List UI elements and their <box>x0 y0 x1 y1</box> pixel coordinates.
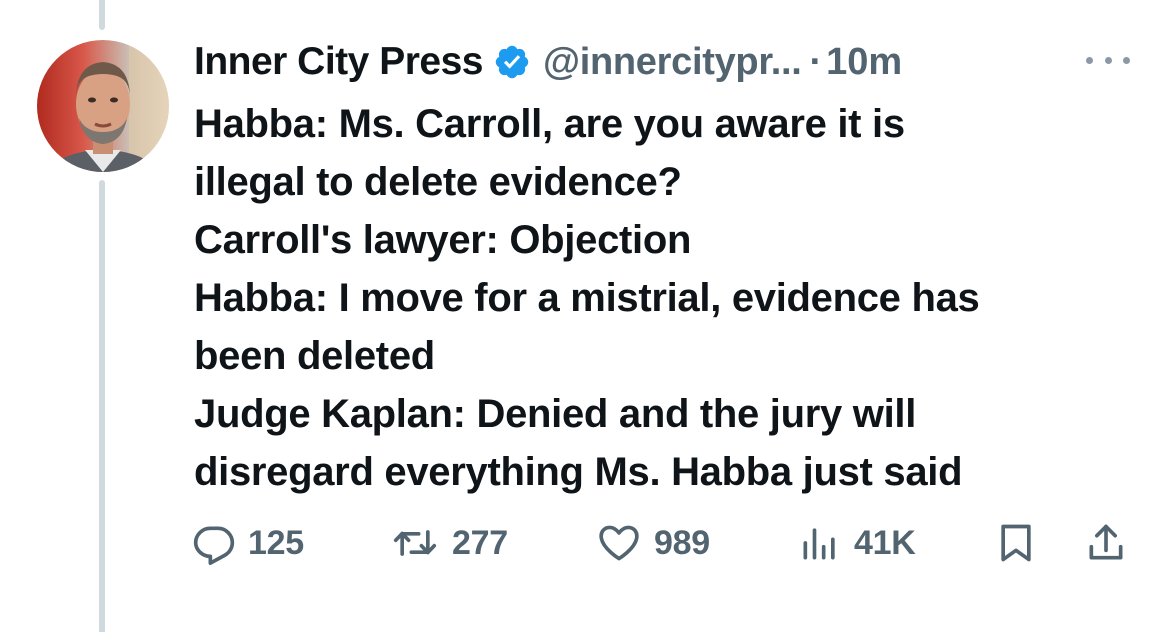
author-avatar-photo <box>37 40 169 172</box>
share-button[interactable] <box>1084 518 1128 568</box>
like-button[interactable]: 989 <box>596 518 710 568</box>
tweet-text-line: Carroll's lawyer: Objection <box>194 218 692 262</box>
reply-count: 125 <box>248 523 304 562</box>
bookmark-icon <box>1001 524 1031 562</box>
tweet-text-line: illegal to delete evidence? <box>194 160 682 204</box>
avatar[interactable] <box>37 40 169 172</box>
tweet-actions-bar: 125 277 989 41K <box>192 518 1142 568</box>
tweet-text-line: Habba: Ms. Carroll, are you aware it is <box>194 102 905 146</box>
heart-icon <box>599 525 639 561</box>
thread-line-top <box>99 0 105 30</box>
views-count: 41K <box>854 523 916 562</box>
tweet-text-line: been deleted <box>194 334 435 378</box>
bookmark-button[interactable] <box>994 518 1038 568</box>
header-separator: · <box>809 40 823 83</box>
retweet-button[interactable]: 277 <box>390 518 508 568</box>
author-display-name[interactable]: Inner City Press <box>194 40 483 84</box>
like-count: 989 <box>654 523 710 562</box>
author-handle[interactable]: @innercitypr... <box>543 41 802 84</box>
reply-icon <box>193 526 235 565</box>
tweet-text: Habba: Ms. Carroll, are you aware it is … <box>194 95 1154 501</box>
tweet-text-line: Judge Kaplan: Denied and the jury will <box>194 392 917 436</box>
tweet-header: Inner City Press @innercitypr... · 10m <box>194 36 902 88</box>
reply-button[interactable]: 125 <box>192 518 304 568</box>
views-chart-icon <box>803 528 835 560</box>
tweet-timestamp[interactable]: 10m <box>826 41 902 84</box>
retweet-icon <box>393 530 437 556</box>
retweet-count: 277 <box>452 523 508 562</box>
verified-badge-icon[interactable] <box>493 43 531 81</box>
more-options-icon[interactable] <box>1086 48 1130 72</box>
tweet-text-line: Habba: I move for a mistrial, evidence h… <box>194 276 980 320</box>
share-icon <box>1089 524 1123 560</box>
thread-line-bottom <box>99 180 105 632</box>
tweet[interactable]: Inner City Press @innercitypr... · 10m H… <box>0 0 1170 640</box>
views-button[interactable]: 41K <box>798 518 916 568</box>
tweet-text-line: disregard everything Ms. Habba just said <box>194 450 963 494</box>
